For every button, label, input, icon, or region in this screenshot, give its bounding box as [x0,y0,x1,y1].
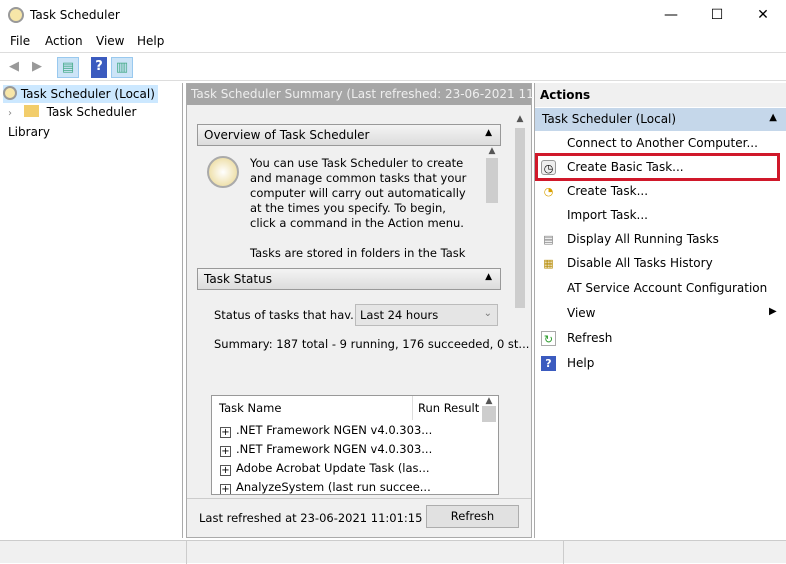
collapse-icon[interactable]: ▲ [769,112,777,123]
table-scrollbar[interactable]: ▲ [480,396,498,494]
collapse-icon[interactable]: ▲ [485,272,492,282]
table-row[interactable]: + .NET Framework NGEN v4.0.303... [220,440,432,459]
minimize-button[interactable]: — [648,0,694,30]
expand-icon[interactable]: + [220,427,231,438]
action-help[interactable]: Help [567,353,594,373]
table-row[interactable]: + Adobe Acrobat Update Task (las... [220,459,430,478]
table-row[interactable]: + AnalyzeSystem (last run succee... [220,478,431,494]
clock-icon [8,7,24,23]
help-icon[interactable]: ? [91,57,107,78]
toolbar: ◀ ▶ ▤ ? ▥ [0,54,786,81]
status-period-dropdown[interactable]: Last 24 hours ⌄ [355,304,498,326]
expand-icon[interactable]: + [220,465,231,476]
close-button[interactable]: ✕ [740,0,786,30]
create-task-icon: ◔ [543,185,554,198]
overview-text-2: Tasks are stored in folders in the Task [250,246,466,258]
table-row[interactable]: + .NET Framework NGEN v4.0.303... [220,421,432,440]
folder-clock-icon [23,105,39,117]
title-bar: Task Scheduler — ☐ ✕ [0,0,786,30]
refresh-icon: ↻ [541,331,556,346]
action-refresh[interactable]: Refresh [567,328,612,348]
group-label: Task Scheduler (Local) [542,112,677,126]
action-display-all-running-tasks[interactable]: Display All Running Tasks [567,229,719,249]
overview-content: You can use Task Scheduler to create and… [197,146,501,258]
overview-title: Overview of Task Scheduler [204,128,370,142]
menu-action[interactable]: Action [45,34,83,48]
forward-arrow-icon[interactable]: ▶ [26,57,48,78]
collapse-icon[interactable]: ▲ [485,128,492,138]
history-icon: ▦ [543,257,554,270]
tree-item-task-scheduler-library[interactable]: › Task Scheduler Library [8,103,182,139]
tree-item-task-scheduler-local[interactable]: Task Scheduler (Local) [3,85,158,103]
task-status-section-header[interactable]: Task Status ▲ [197,268,501,290]
overview-section-header[interactable]: Overview of Task Scheduler ▲ [197,124,501,146]
task-status-title: Task Status [204,272,272,286]
clock-icon [3,86,17,100]
action-view[interactable]: View [567,303,595,323]
running-tasks-icon: ▤ [543,233,554,246]
summary-pane: Task Scheduler Summary (Last refreshed: … [186,83,577,538]
chevron-right-icon[interactable]: › [8,108,12,119]
clock-icon [207,156,239,188]
help-icon: ? [541,356,556,371]
summary-scrollbar[interactable]: ▲ [512,114,528,498]
status-summary: Summary: 187 total - 9 running, 176 succ… [214,337,530,351]
actions-pane: Actions Task Scheduler (Local) ▲ Connect … [534,83,786,538]
action-connect-to-another-computer[interactable]: Connect to Another Computer... [567,133,758,153]
status-filter-label: Status of tasks that hav... [214,308,362,322]
status-bar [0,540,786,564]
chevron-down-icon: ⌄ [483,308,492,319]
action-disable-all-tasks-history[interactable]: Disable All Tasks History [567,253,713,273]
task-status-table: Task Name Run Result ▲ + .NET Framework N… [211,395,499,495]
console-tree: Task Scheduler (Local) › Task Scheduler … [0,83,183,538]
menu-help[interactable]: Help [137,34,164,48]
menu-file[interactable]: File [10,34,30,48]
actions-group-header[interactable]: Task Scheduler (Local) ▲ [535,108,786,131]
tree-item-label: Task Scheduler (Local) [20,87,155,101]
action-at-service-account-configuration[interactable]: AT Service Account Configuration [567,278,767,298]
column-header-run-result[interactable]: Run Result [418,401,479,415]
highlight-box [535,153,780,181]
action-create-task[interactable]: Create Task... [567,181,648,201]
menu-bar: File Action View Help [0,30,786,53]
back-arrow-icon[interactable]: ◀ [3,57,25,78]
expand-icon[interactable]: + [220,484,231,494]
show-hide-console-tree-icon[interactable]: ▤ [57,57,79,78]
show-hide-action-pane-icon[interactable]: ▥ [111,57,133,78]
dropdown-value: Last 24 hours [360,308,439,322]
overview-scrollbar[interactable]: ▲ [484,146,500,258]
submenu-arrow-icon: ▶ [769,306,777,317]
maximize-button[interactable]: ☐ [694,0,740,30]
refresh-button[interactable]: Refresh [426,505,519,528]
action-import-task[interactable]: Import Task... [567,205,648,225]
overview-text: You can use Task Scheduler to create and… [250,156,467,230]
actions-header: Actions [535,83,786,107]
window-title: Task Scheduler [30,8,120,22]
menu-view[interactable]: View [96,34,124,48]
summary-header: Task Scheduler Summary (Last refreshed: … [187,84,577,105]
expand-icon[interactable]: + [220,446,231,457]
last-refreshed-text: Last refreshed at 23-06-2021 11:01:15 [199,511,423,525]
column-header-task-name[interactable]: Task Name [219,401,281,415]
